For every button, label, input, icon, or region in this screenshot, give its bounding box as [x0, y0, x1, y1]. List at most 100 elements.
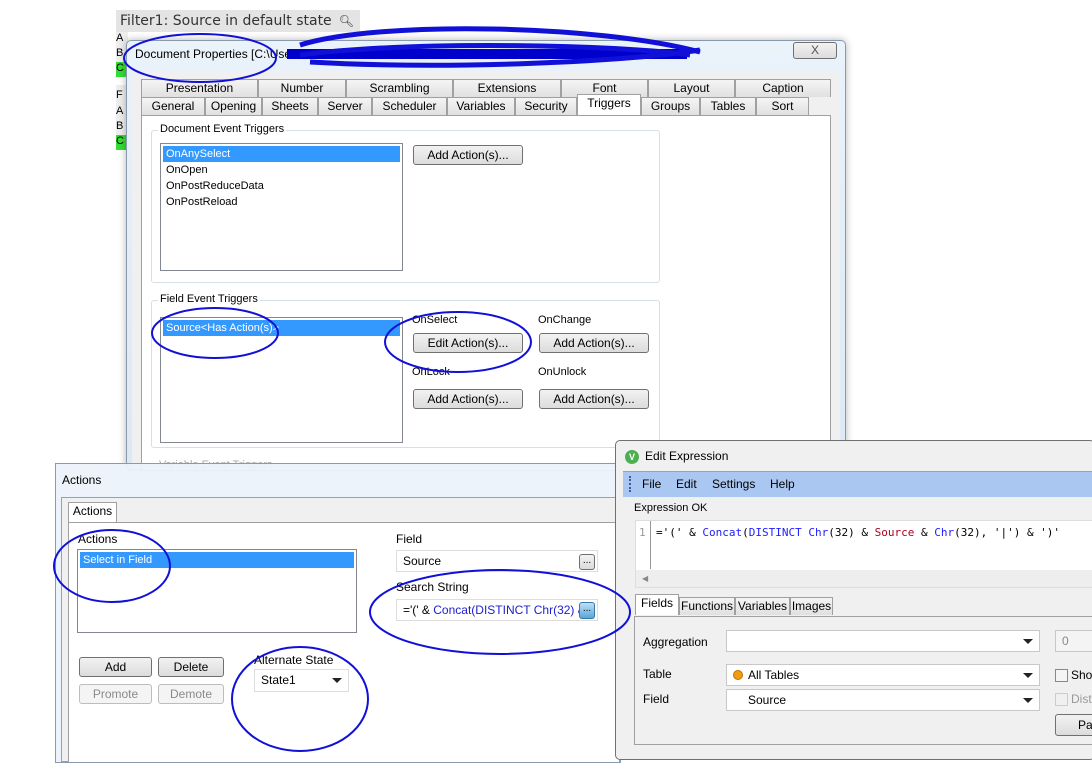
qlikview-logo-icon: V: [625, 450, 639, 464]
tab-functions[interactable]: Functions: [679, 597, 735, 615]
add-actions-onunlock-button[interactable]: Add Action(s)...: [539, 389, 649, 409]
menu-help[interactable]: Help: [770, 477, 795, 491]
menu-settings[interactable]: Settings: [712, 477, 755, 491]
onchange-label: OnChange: [538, 314, 592, 326]
tab-sheets[interactable]: Sheets: [262, 97, 318, 115]
menu-file[interactable]: File: [642, 477, 661, 491]
add-actions-button[interactable]: Add Action(s)...: [413, 145, 523, 165]
expression-code[interactable]: ='(' & Concat(DISTINCT Chr(32) & Source …: [656, 526, 1060, 539]
code-token: &: [689, 526, 703, 539]
distinct-label: Distin: [1071, 692, 1092, 706]
actions-list[interactable]: Select in Field: [77, 549, 357, 633]
close-button[interactable]: X: [793, 42, 837, 59]
promote-button[interactable]: Promote: [79, 684, 152, 704]
table-value: All Tables: [748, 668, 800, 682]
field-label: Field: [396, 532, 423, 546]
edit-actions-button[interactable]: Edit Action(s)...: [413, 333, 523, 353]
tab-triggers[interactable]: Triggers: [577, 94, 641, 115]
onunlock-label: OnUnlock: [538, 366, 587, 378]
tab-images[interactable]: Images: [790, 597, 833, 615]
field-value: Source: [403, 554, 442, 568]
list-item[interactable]: OnOpen: [163, 162, 400, 178]
menubar-grip-icon: [629, 476, 631, 492]
code-token: Chr: [808, 526, 829, 539]
expression-editor[interactable]: 1 ='(' & Concat(DISTINCT Chr(32) & Sourc…: [635, 520, 1092, 588]
code-token: &: [914, 526, 935, 539]
tab-sort[interactable]: Sort: [756, 97, 809, 115]
aggregation-select[interactable]: [726, 630, 1040, 652]
tab-extensions[interactable]: Extensions: [453, 79, 561, 97]
edit-expression-dialog: V Edit Expression File Edit Settings Hel…: [615, 440, 1092, 760]
line-number: 1: [639, 526, 646, 539]
add-actions-onlock-button[interactable]: Add Action(s)...: [413, 389, 523, 409]
expression-status: Expression OK: [634, 502, 708, 514]
field-event-list[interactable]: Source<Has Action(s)>: [160, 317, 403, 443]
field-label: Field: [643, 692, 670, 706]
tab-variables[interactable]: Variables: [735, 597, 790, 615]
tab-general[interactable]: General: [141, 97, 205, 115]
alternate-state-select[interactable]: State1: [254, 669, 349, 692]
distinct-checkbox[interactable]: [1055, 693, 1068, 706]
tab-scheduler[interactable]: Scheduler: [372, 97, 447, 115]
chevron-down-icon: [332, 678, 342, 683]
list-item[interactable]: OnPostReduceData: [163, 178, 400, 194]
field-input[interactable]: Source: [396, 550, 598, 572]
search-string-browse-button[interactable]: ...: [579, 602, 595, 619]
document-event-list[interactable]: OnAnySelect OnOpen OnPostReduceData OnPo…: [160, 143, 403, 271]
tab-number[interactable]: Number: [258, 79, 346, 97]
tab-tables[interactable]: Tables: [700, 97, 756, 115]
alternate-state-value: State1: [261, 673, 296, 687]
tab-presentation[interactable]: Presentation: [141, 79, 258, 97]
actions-label: Actions: [78, 532, 118, 546]
delete-button[interactable]: Delete: [158, 657, 224, 677]
list-item[interactable]: Source<Has Action(s)>: [163, 320, 400, 336]
show-checkbox[interactable]: [1055, 669, 1068, 682]
code-token: DISTINCT: [748, 526, 809, 539]
aggregation-label: Aggregation: [643, 635, 708, 649]
code-token: (: [742, 526, 749, 539]
tab-actions[interactable]: Actions: [68, 502, 117, 522]
paste-button[interactable]: Pa: [1055, 714, 1092, 736]
dialog-title: Edit Expression: [645, 449, 729, 463]
table-label: Table: [643, 667, 672, 681]
chevron-down-icon: [1023, 698, 1033, 703]
search-string-input[interactable]: ='(' & Concat(DISTINCT Chr(32) &: [396, 599, 598, 621]
code-token: ='(': [656, 526, 690, 539]
tab-scrambling[interactable]: Scrambling: [346, 79, 453, 97]
tab-layout[interactable]: Layout: [648, 79, 735, 97]
list-item[interactable]: OnPostReload: [163, 194, 400, 210]
tab-caption[interactable]: Caption: [735, 79, 831, 97]
chevron-down-icon: [1023, 673, 1033, 678]
demote-button[interactable]: Demote: [158, 684, 224, 704]
search-value-prefix: ='(' &: [403, 603, 434, 617]
filter-title-bar[interactable]: Filter1: Source in default state 🔍︎: [116, 10, 360, 32]
dialog-title: Document Properties [C:\Use: [135, 47, 292, 61]
aggregation-spinner[interactable]: 0: [1055, 630, 1092, 652]
onlock-label: OnLock: [412, 366, 450, 378]
list-item[interactable]: Select in Field: [80, 552, 354, 568]
field-browse-button[interactable]: ...: [579, 554, 595, 570]
add-button[interactable]: Add: [79, 657, 152, 677]
tab-security[interactable]: Security: [515, 97, 577, 115]
tab-groups[interactable]: Groups: [641, 97, 700, 115]
table-select[interactable]: All Tables: [726, 664, 1040, 686]
filter-title: Filter1: Source in default state: [120, 13, 332, 29]
field-select[interactable]: Source: [726, 689, 1040, 711]
tab-fields[interactable]: Fields: [635, 594, 679, 615]
code-token: Source: [874, 526, 915, 539]
show-label: Show: [1071, 668, 1092, 682]
title-redaction: [287, 49, 687, 59]
search-icon[interactable]: 🔍︎: [339, 10, 354, 32]
list-item[interactable]: OnAnySelect: [163, 146, 400, 162]
menubar: File Edit Settings Help: [623, 471, 1092, 497]
menu-edit[interactable]: Edit: [676, 477, 697, 491]
tab-variables[interactable]: Variables: [447, 97, 515, 115]
horizontal-scrollbar[interactable]: ◀: [636, 570, 1092, 587]
tab-opening[interactable]: Opening: [205, 97, 262, 115]
onselect-label: OnSelect: [412, 314, 458, 326]
alternate-state-label: Alternate State: [254, 653, 334, 667]
add-actions-onchange-button[interactable]: Add Action(s)...: [539, 333, 649, 353]
tab-server[interactable]: Server: [318, 97, 372, 115]
search-string-label: Search String: [396, 580, 469, 594]
field-value: Source: [748, 693, 787, 707]
